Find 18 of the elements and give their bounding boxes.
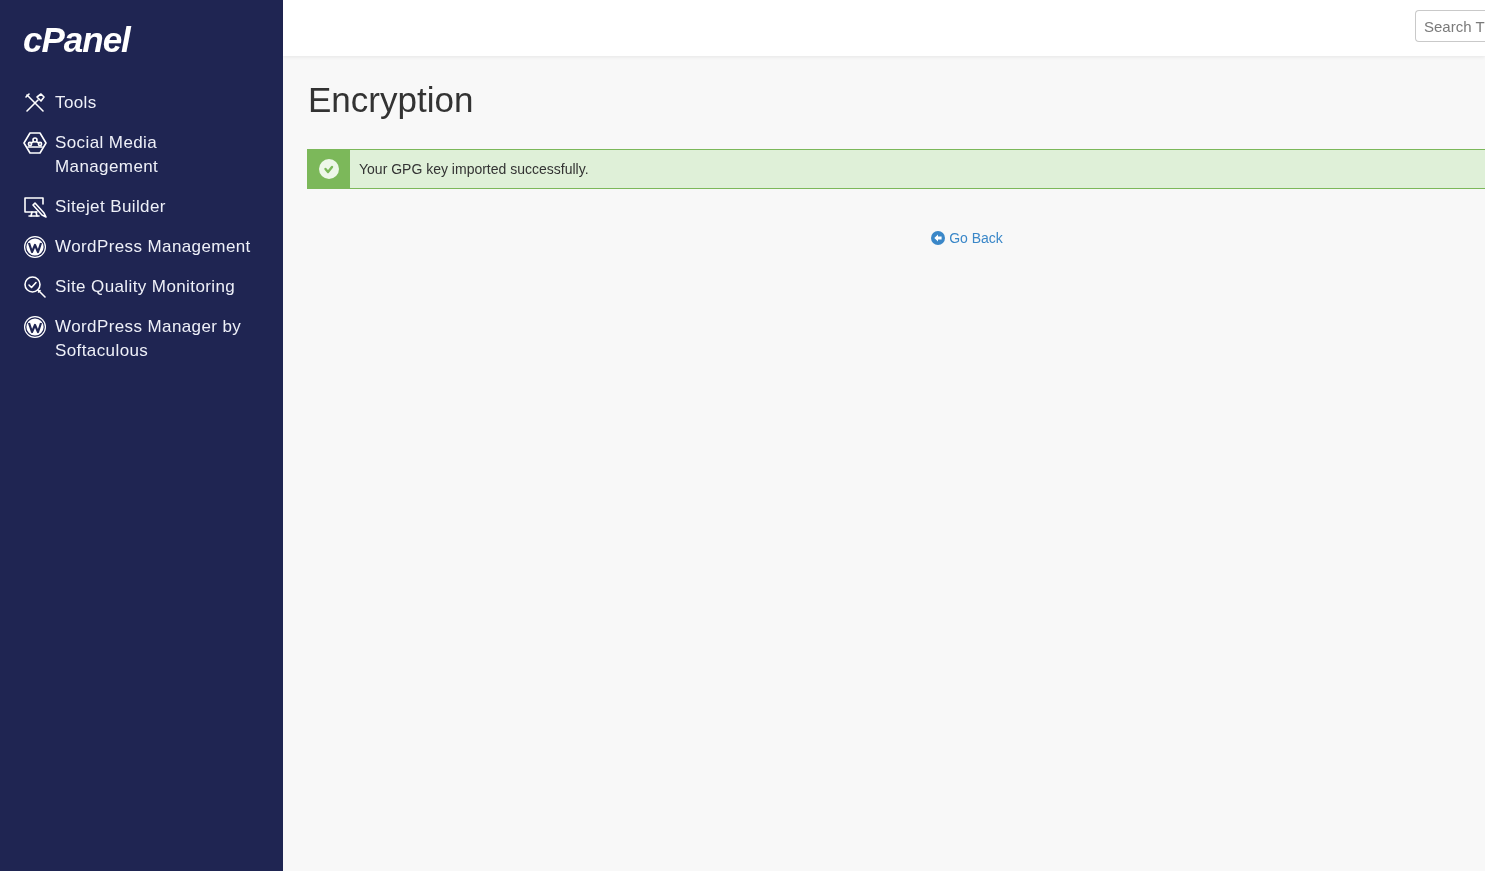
monitor-pen-icon (23, 195, 47, 219)
go-back-link[interactable]: Go Back (931, 229, 1003, 247)
wordpress-logo-icon (23, 315, 47, 339)
wordpress-logo-icon (23, 235, 47, 259)
sidebar-link[interactable]: Site Quality Monitoring (0, 275, 236, 299)
page-title: Encryption (308, 79, 474, 121)
sidebar-link[interactable]: WordPress Management (0, 235, 251, 259)
sidebar-link[interactable]: Tools (0, 91, 97, 115)
sidebar-link[interactable]: Social Media Management (0, 131, 258, 179)
sidebar-link[interactable]: Sitejet Builder (0, 195, 166, 219)
cpanel-logo: cPanel (23, 22, 130, 58)
magnifier-check-icon (23, 275, 47, 299)
crossed-tools-icon (23, 91, 47, 115)
hexagon-people-icon (23, 131, 47, 155)
sidebar-link[interactable]: WordPress Manager by Softaculous (0, 315, 258, 363)
search-field[interactable]: Search T (1415, 10, 1485, 42)
arrow-left-circle-icon (931, 231, 946, 245)
alert-message: Your GPG key imported successfully. (359, 161, 589, 177)
